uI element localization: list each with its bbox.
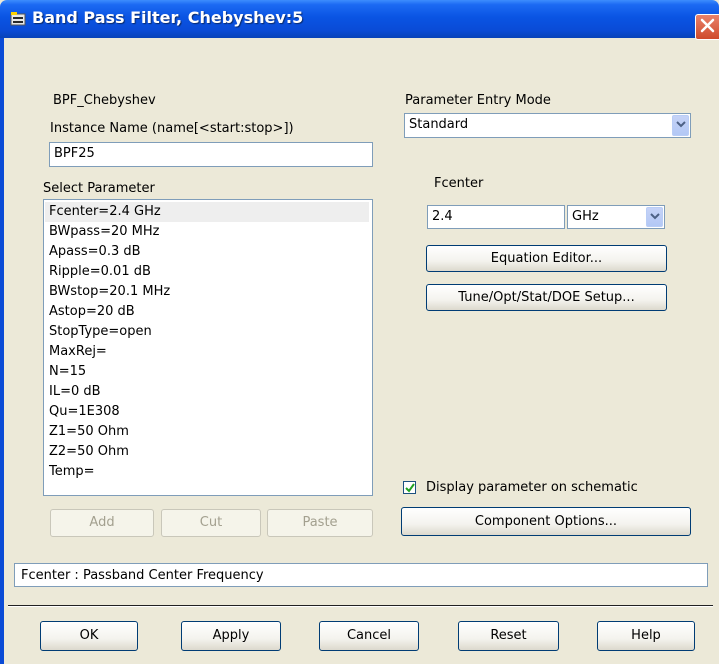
reset-button[interactable]: Reset [458,621,559,651]
chevron-down-icon[interactable] [672,115,689,136]
cancel-button[interactable]: Cancel [319,621,419,651]
parameter-list[interactable]: Fcenter=2.4 GHz BWpass=20 MHz Apass=0.3 … [43,199,373,496]
list-item[interactable]: MaxRej= [49,342,107,362]
display-parameter-label: Display parameter on schematic [426,480,638,495]
equation-editor-label: Equation Editor... [490,251,603,266]
component-name-label: BPF_Chebyshev [53,93,156,108]
instance-name-input[interactable]: BPF25 [49,142,373,167]
list-item[interactable]: StopType=open [49,322,152,342]
unit-value: GHz [572,209,599,224]
apply-button-label: Apply [212,628,250,643]
title-bar[interactable]: Band Pass Filter, Chebyshev:5 [0,0,719,40]
list-item[interactable]: Apass=0.3 dB [49,242,141,262]
entry-mode-value: Standard [409,117,469,132]
paste-button-label: Paste [302,515,338,530]
reset-button-label: Reset [490,628,527,643]
list-item[interactable]: Astop=20 dB [49,302,135,322]
cut-button-label: Cut [199,515,223,530]
parameter-description: Fcenter : Passband Center Frequency [14,563,708,587]
component-options-button[interactable]: Component Options... [401,507,691,536]
list-item[interactable]: Z2=50 Ohm [49,442,129,462]
dialog-window: Band Pass Filter, Chebyshev:5 BPF_Chebys… [0,0,719,664]
display-parameter-checkbox[interactable] [403,481,416,494]
list-item[interactable]: Temp= [49,462,95,482]
add-button-label: Add [89,515,115,530]
window-frame [0,38,4,664]
tune-setup-button[interactable]: Tune/Opt/Stat/DOE Setup... [426,284,667,311]
equation-editor-button[interactable]: Equation Editor... [426,245,667,272]
close-button[interactable] [695,14,719,40]
list-item[interactable]: Fcenter=2.4 GHz [45,202,369,222]
ok-button[interactable]: OK [40,621,138,651]
cancel-button-label: Cancel [346,628,392,643]
window-title: Band Pass Filter, Chebyshev:5 [32,8,304,27]
help-button-label: Help [631,628,661,643]
entry-mode-select[interactable]: Standard [404,113,691,138]
instance-name-label: Instance Name (name[<start:stop>]) [50,121,294,136]
cut-button[interactable]: Cut [161,509,261,537]
list-item[interactable]: Z1=50 Ohm [49,422,129,442]
paste-button[interactable]: Paste [267,509,373,537]
select-parameter-label: Select Parameter [43,181,155,196]
component-icon [10,11,26,27]
list-item[interactable]: N=15 [49,362,86,382]
apply-button[interactable]: Apply [181,621,281,651]
component-options-label: Component Options... [474,514,618,529]
list-item[interactable]: IL=0 dB [49,382,101,402]
list-item[interactable]: Qu=1E308 [49,402,120,422]
entry-mode-label: Parameter Entry Mode [405,93,551,108]
tune-setup-label: Tune/Opt/Stat/DOE Setup... [458,290,635,305]
parameter-name-label: Fcenter [434,176,484,191]
add-button[interactable]: Add [50,509,154,537]
list-item[interactable]: Ripple=0.01 dB [49,262,151,282]
list-item[interactable]: BWstop=20.1 MHz [49,282,170,302]
help-button[interactable]: Help [597,621,695,651]
footer-divider [8,605,713,607]
chevron-down-icon[interactable] [646,207,663,227]
unit-select[interactable]: GHz [567,205,665,229]
ok-button-label: OK [79,628,99,643]
list-item[interactable]: BWpass=20 MHz [49,222,159,242]
parameter-value-input[interactable]: 2.4 [427,205,565,229]
